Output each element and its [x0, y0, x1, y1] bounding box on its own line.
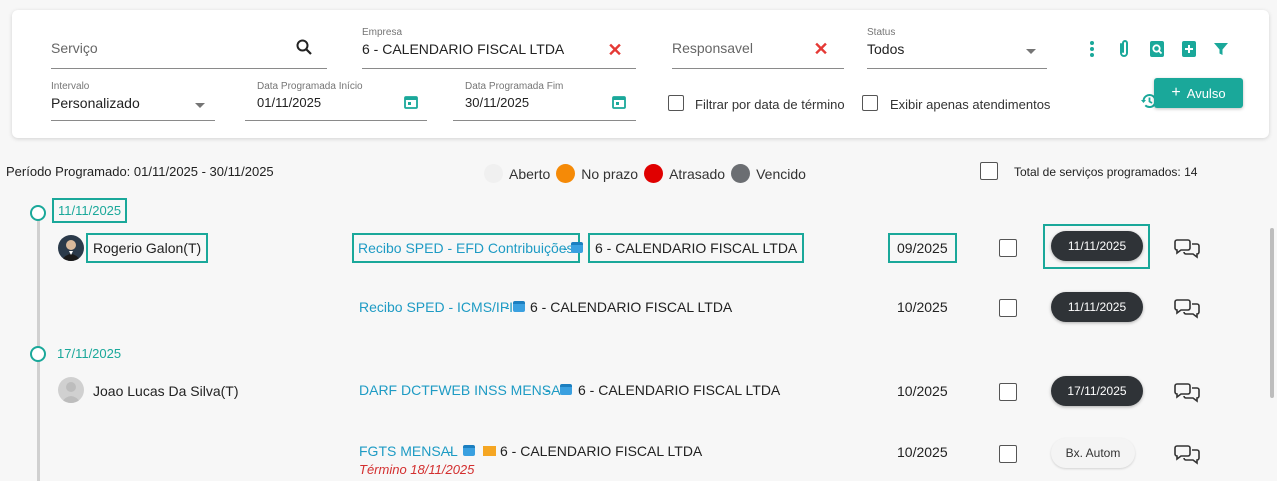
data-fim-label: Data Programada Fim [465, 81, 564, 92]
filter-card: Serviço Empresa 6 - CALENDARIO FISCAL LT… [12, 10, 1269, 138]
row-checkbox[interactable] [999, 299, 1017, 317]
company-name: 6 - CALENDARIO FISCAL LTDA [588, 233, 805, 263]
competencia: 10/2025 [897, 444, 948, 460]
plus-icon: + [1171, 84, 1181, 101]
calendar-icon [560, 384, 572, 395]
data-inicio-value: 01/11/2025 [257, 95, 322, 110]
service-link[interactable]: DARF DCTFWEB INSS MENSAL [359, 382, 568, 398]
termino-date: Término 18/11/2025 [359, 462, 475, 477]
separator: - [505, 299, 510, 315]
legend-no-prazo-label: No prazo [581, 165, 639, 182]
service-link[interactable]: Recibo SPED - ICMS/IPI [359, 299, 513, 315]
separator-dash: - [563, 240, 568, 256]
status-date-pill[interactable]: 17/11/2025 [1051, 376, 1143, 406]
filtrar-termino-checkbox[interactable] [668, 95, 684, 111]
status-date-pill[interactable]: 11/11/2025 [1051, 231, 1143, 261]
responsavel-placeholder: Responsavel [672, 40, 753, 56]
timeline-node [30, 205, 46, 221]
servico-field[interactable]: Serviço [51, 28, 327, 69]
total-text: Total de serviços programados: 14 [1014, 165, 1198, 179]
separator: - [545, 382, 550, 398]
group-date: 11/11/2025 [52, 198, 128, 223]
calendar-icon[interactable] [403, 94, 419, 110]
intervalo-label: Intervalo [51, 81, 90, 92]
search-icon[interactable] [295, 38, 313, 56]
status-value: Todos [867, 41, 905, 57]
chat-icon[interactable] [1174, 237, 1200, 259]
row-checkbox[interactable] [999, 445, 1017, 463]
chat-icon[interactable] [1174, 297, 1200, 319]
clear-responsavel-icon[interactable]: ✕ [812, 40, 830, 58]
person-name: Rogerio Galon(T) [86, 233, 209, 263]
legend-atrasado-label: Atrasado [669, 165, 726, 182]
empresa-value: 6 - CALENDARIO FISCAL LTDA [362, 41, 565, 57]
legend-atrasado-dot [644, 164, 664, 183]
file-search-icon[interactable] [1146, 38, 1168, 60]
avulso-button[interactable]: + Avulso [1154, 78, 1243, 108]
data-inicio-field[interactable]: Data Programada Início 01/11/2025 [245, 81, 427, 121]
status-select[interactable]: Status Todos [867, 27, 1047, 69]
filtrar-termino-label: Filtrar por data de término [695, 97, 845, 112]
avatar [58, 235, 84, 261]
competencia: 10/2025 [897, 299, 948, 315]
select-all-checkbox[interactable] [980, 162, 998, 180]
company-name: 6 - CALENDARIO FISCAL LTDA [530, 299, 733, 315]
separator-dash: - [448, 443, 453, 459]
competencia: 10/2025 [897, 383, 948, 399]
intervalo-select[interactable]: Intervalo Personalizado [51, 81, 215, 121]
clear-empresa-icon[interactable]: ✕ [606, 41, 624, 59]
more-vert-icon[interactable] [1084, 38, 1100, 60]
legend-aberto-label: Aberto [509, 165, 551, 182]
avatar [58, 377, 84, 403]
filter-icon[interactable] [1210, 38, 1232, 60]
separator-dash: - [505, 299, 510, 315]
data-fim-field[interactable]: Data Programada Fim 30/11/2025 [453, 81, 636, 121]
data-fim-value: 30/11/2025 [465, 95, 530, 110]
row-checkbox[interactable] [999, 239, 1017, 257]
responsavel-field[interactable]: Responsavel ✕ [672, 28, 844, 69]
service-link[interactable]: FGTS MENSAL [359, 443, 458, 459]
data-inicio-label: Data Programada Início [257, 81, 363, 92]
separator-dash: - [545, 382, 550, 398]
chevron-down-icon [1025, 47, 1037, 55]
legend-vencido-label: Vencido [756, 165, 806, 182]
avulso-label: Avulso [1186, 85, 1226, 101]
company-name: 6 - CALENDARIO FISCAL LTDA [578, 382, 781, 398]
chevron-down-icon [194, 101, 206, 109]
separator: - [448, 443, 453, 459]
group-date: 17/11/2025 [57, 346, 122, 361]
chat-icon[interactable] [1174, 443, 1200, 465]
status-label: Status [867, 27, 896, 38]
status-legend: Aberto No prazo Atrasado Vencido [484, 164, 806, 183]
status-pill[interactable]: Bx. Autom [1051, 438, 1135, 468]
periodo-text: Período Programado: 01/11/2025 - 30/11/2… [6, 164, 274, 179]
intervalo-value: Personalizado [51, 95, 140, 111]
separator: - [563, 240, 568, 256]
file-add-icon[interactable] [1178, 38, 1200, 60]
row-checkbox[interactable] [999, 383, 1017, 401]
exibir-atendimentos-checkbox[interactable] [862, 95, 878, 111]
exibir-atendimentos-label: Exibir apenas atendimentos [890, 97, 1051, 112]
person-name: Joao Lucas Da Silva(T) [93, 383, 239, 399]
envelope-icon [483, 446, 496, 456]
timeline-node [30, 346, 46, 362]
chat-icon[interactable] [1174, 381, 1200, 403]
calendar-icon [513, 301, 525, 312]
competencia: 09/2025 [888, 233, 957, 263]
scrollbar[interactable] [1270, 228, 1274, 398]
empresa-label: Empresa [362, 27, 403, 38]
legend-no-prazo-dot [556, 164, 576, 183]
legend-vencido-dot [731, 164, 751, 183]
servico-placeholder: Serviço [51, 40, 98, 56]
legend-aberto-dot [484, 164, 503, 183]
calendar-icon[interactable] [611, 94, 627, 110]
calendar-icon [463, 445, 475, 456]
empresa-field[interactable]: Empresa 6 - CALENDARIO FISCAL LTDA ✕ [362, 27, 636, 69]
calendar-icon [571, 242, 583, 253]
service-link[interactable]: Recibo SPED - EFD Contribuições [352, 233, 580, 263]
company-name: 6 - CALENDARIO FISCAL LTDA [500, 443, 703, 459]
attachment-icon[interactable] [1114, 37, 1134, 61]
status-date-pill[interactable]: 11/11/2025 [1051, 292, 1143, 322]
